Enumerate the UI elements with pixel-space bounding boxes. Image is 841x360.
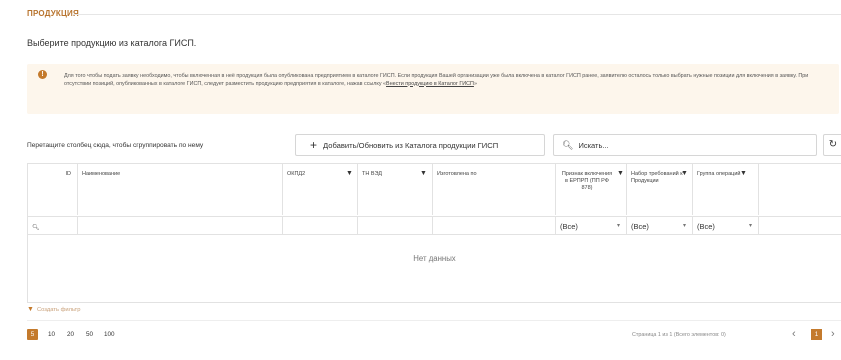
- add-button-label: Добавить/Обновить из Каталога продукции …: [323, 140, 499, 150]
- chevron-right-icon[interactable]: ›: [831, 328, 835, 340]
- products-grid: ID Наименование ОКПД2 ▼ ТН ВЭД ▼ Изготов…: [27, 163, 841, 303]
- chevron-down-icon: ▾: [682, 223, 686, 229]
- plus-icon: +: [310, 138, 318, 152]
- filter-cell-okpd2[interactable]: [283, 216, 358, 235]
- filter-cell-name[interactable]: [78, 216, 283, 235]
- column-header-okpd2[interactable]: ОКПД2 ▼: [283, 164, 358, 215]
- current-page-button[interactable]: 1: [811, 329, 822, 340]
- filter-cell-spacer: [759, 216, 841, 235]
- filter-funnel-icon: ▼: [27, 306, 34, 313]
- filter-funnel-icon[interactable]: ▼: [681, 170, 688, 177]
- filter-funnel-icon[interactable]: ▼: [617, 170, 624, 177]
- page-size-10[interactable]: 10: [48, 331, 55, 338]
- filter-select-requirements[interactable]: (Все) ▾: [627, 216, 693, 235]
- column-header-operations[interactable]: Группа операций ▼: [693, 164, 759, 215]
- search-placeholder: Искать...: [578, 140, 609, 150]
- filter-funnel-icon[interactable]: ▼: [740, 170, 747, 177]
- column-header-made-by[interactable]: Изготовлена по: [433, 164, 556, 215]
- search-icon: 🔍︎: [562, 139, 574, 150]
- refresh-icon[interactable]: ↻: [823, 134, 841, 156]
- chevron-down-icon: ▾: [748, 223, 752, 229]
- add-to-catalog-link[interactable]: Внести продукцию в Каталог ГИСП: [386, 81, 474, 87]
- column-header-requirements[interactable]: Набор требований к Продукции ▼: [627, 164, 693, 215]
- page-size-5[interactable]: 5: [27, 329, 38, 340]
- search-input[interactable]: 🔍︎ Искать...: [553, 134, 817, 156]
- column-header-erprp[interactable]: Признак включения в ЕРПРП (ПП РФ 878) ▼: [556, 164, 627, 215]
- page-size-20[interactable]: 20: [67, 331, 74, 338]
- search-icon: 🔍︎: [32, 225, 40, 231]
- create-filter-link[interactable]: ▼ Создать фильтр: [27, 306, 80, 313]
- filter-funnel-icon[interactable]: ▼: [346, 170, 353, 177]
- pager-divider: [27, 320, 841, 321]
- filter-cell-made-by[interactable]: [433, 216, 556, 235]
- chevron-down-icon: ▾: [616, 223, 620, 229]
- info-notice: Для того чтобы подать заявку необходимо,…: [27, 64, 839, 114]
- filter-cell-tnved[interactable]: [358, 216, 433, 235]
- filter-select-operations[interactable]: (Все) ▾: [693, 216, 759, 235]
- filter-funnel-icon[interactable]: ▼: [420, 170, 427, 177]
- column-header-tnved[interactable]: ТН ВЭД ▼: [358, 164, 433, 215]
- column-header-name[interactable]: Наименование: [78, 164, 283, 215]
- column-header-spacer: [759, 164, 841, 215]
- section-divider: [72, 14, 841, 15]
- group-panel-hint[interactable]: Перетащите столбец сюда, чтобы сгруппиро…: [27, 142, 203, 149]
- page-info: Страница 1 из 1 (Всего элементов: 0): [632, 332, 726, 338]
- column-header-id[interactable]: ID: [28, 164, 78, 215]
- filter-select-erprp[interactable]: (Все) ▾: [556, 216, 627, 235]
- no-data-message: Нет данных: [413, 254, 456, 263]
- page-subtitle: Выберите продукцию из каталога ГИСП.: [27, 38, 197, 48]
- chevron-left-icon[interactable]: ‹: [792, 328, 796, 340]
- warning-icon: !: [38, 70, 47, 79]
- add-from-catalog-button[interactable]: + Добавить/Обновить из Каталога продукци…: [295, 134, 545, 156]
- notice-tail: »: [473, 80, 477, 87]
- page-size-100[interactable]: 100: [104, 331, 115, 338]
- page-size-50[interactable]: 50: [86, 331, 93, 338]
- filter-cell-id[interactable]: 🔍︎: [28, 216, 78, 235]
